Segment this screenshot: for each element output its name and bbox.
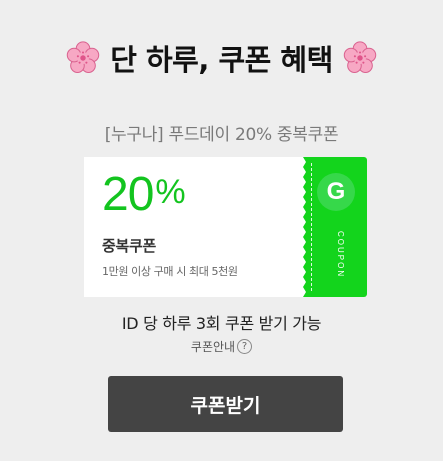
cherry-blossom-icon bbox=[343, 41, 377, 73]
coupon-subtitle: [누구나] 푸드데이 20% 중복쿠폰 bbox=[104, 125, 339, 145]
cherry-blossom-icon bbox=[66, 41, 100, 73]
coupon-guide-link[interactable]: 쿠폰안내 ? bbox=[0, 338, 443, 355]
get-coupon-button[interactable]: 쿠폰받기 bbox=[108, 376, 343, 432]
question-mark-icon[interactable]: ? bbox=[237, 339, 253, 354]
coupon-card: 20% 중복쿠폰 1만원 이상 구매 시 최대 5천원 G COUPON bbox=[84, 157, 367, 297]
discount-unit: % bbox=[155, 173, 185, 211]
promo-header: 단 하루, 쿠폰 혜택 bbox=[0, 38, 443, 78]
stub-perforation bbox=[311, 163, 312, 291]
coupon-type: 중복쿠폰 bbox=[102, 237, 157, 255]
discount-number: 20 bbox=[102, 168, 154, 221]
coupon-condition: 1만원 이상 구매 시 최대 5천원 bbox=[102, 265, 238, 278]
stub-notch-edge bbox=[303, 157, 306, 297]
coupon-body: 20% 중복쿠폰 1만원 이상 구매 시 최대 5천원 bbox=[84, 157, 303, 297]
daily-limit-text: ID 당 하루 3회 쿠폰 받기 가능 bbox=[121, 314, 322, 333]
coupon-stub: G COUPON bbox=[303, 157, 367, 297]
g-logo-icon: G bbox=[317, 173, 355, 211]
coupon-promo-page: 단 하루, 쿠폰 혜택 [누구나] 푸드데이 20% 중복쿠폰 20% 중복쿠폰… bbox=[0, 0, 443, 461]
discount-rate: 20% bbox=[102, 168, 186, 221]
stub-coupon-label: COUPON bbox=[336, 231, 345, 279]
promo-title: 단 하루, 쿠폰 혜택 bbox=[110, 43, 333, 77]
coupon-guide-label: 쿠폰안내 bbox=[190, 340, 236, 354]
